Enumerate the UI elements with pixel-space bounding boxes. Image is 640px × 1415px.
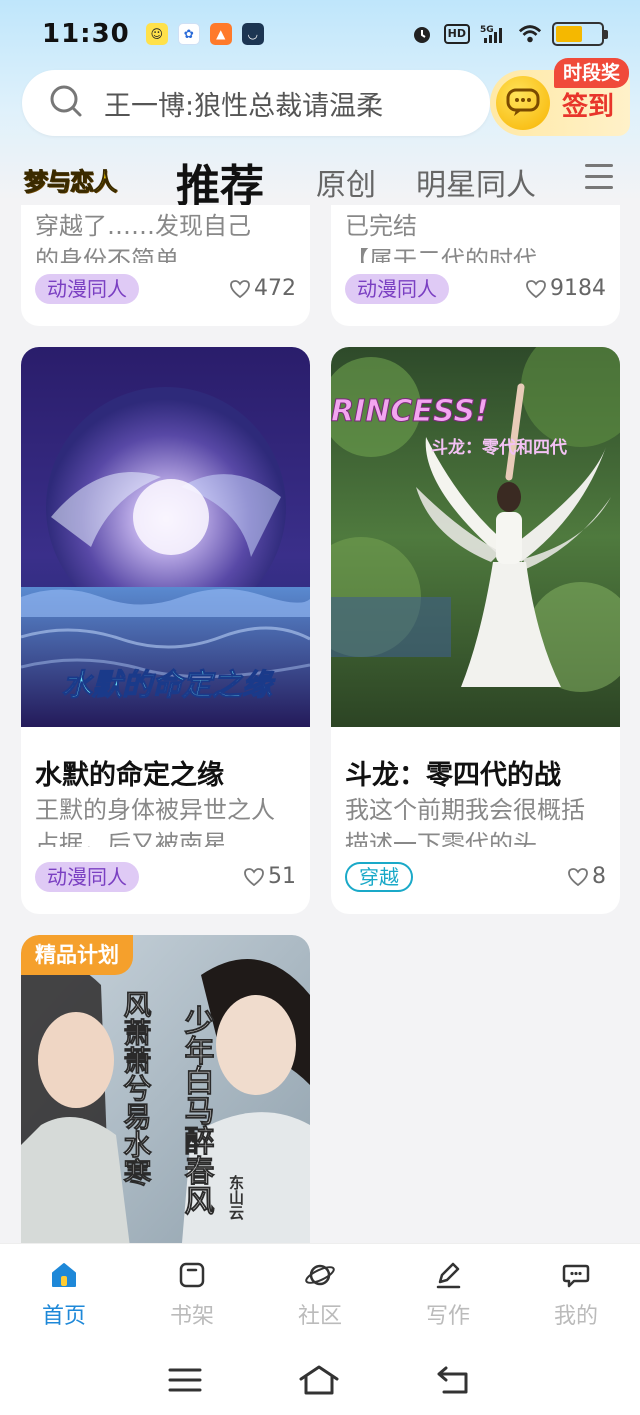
menu-icon[interactable]: [168, 1366, 202, 1394]
heart-icon: [244, 867, 264, 886]
book-title: 水默的命定之缘: [35, 760, 224, 791]
book-cover-image: 水默的命定之缘: [21, 347, 310, 727]
planet-icon: [305, 1264, 335, 1286]
nav-label: 社区: [297, 1304, 342, 1329]
card-description: 穿越了……发现自己: [35, 212, 251, 240]
book-cover-image: 少年白马醉春风 风萧萧兮易水寒 东山云: [21, 935, 310, 1255]
book-card[interactable]: 穿越了……发现自己 的身份不简单…… 动漫同人 472: [21, 205, 310, 326]
signal-5g-icon: 5G: [480, 22, 508, 46]
bookshelf-icon: [179, 1262, 205, 1288]
likes-count: 8: [568, 864, 606, 889]
hd-icon: HD: [443, 24, 470, 44]
heart-icon: [568, 867, 588, 886]
battery-icon: [552, 22, 608, 46]
tab-dream-lover[interactable]: 梦与恋人: [24, 162, 118, 197]
search-icon: [48, 83, 84, 123]
genre-tag: 动漫同人: [35, 274, 139, 304]
battery-level: [556, 26, 583, 42]
nav-label: 写作: [425, 1304, 470, 1329]
cover-title-text: 水默的命定之缘: [62, 668, 276, 703]
card-description-line2: 描述一下零代的头…: [345, 830, 561, 847]
search-placeholder: 王一博:狼性总裁请温柔: [104, 90, 384, 122]
nav-label: 书架: [169, 1304, 214, 1329]
message-app-icon: ☺: [145, 23, 168, 45]
pen-icon: [436, 1262, 461, 1289]
likes-count: 9184: [526, 276, 606, 301]
card-description: 已完结: [345, 212, 417, 240]
likes-count: 472: [230, 276, 296, 301]
tab-celebrity-fanfic[interactable]: 明星同人: [416, 160, 536, 204]
cover-text-line2: 风萧萧兮易水寒: [120, 990, 153, 1187]
likes-value: 8: [592, 864, 606, 889]
genre-tag: 动漫同人: [35, 862, 139, 892]
card-description-line2: 【属于二代的时代…: [345, 246, 561, 263]
chat-profile-icon: [562, 1264, 590, 1288]
heart-icon: [526, 279, 546, 298]
nav-label: 首页: [41, 1304, 86, 1329]
heart-icon: [230, 279, 250, 298]
tab-menu-icon[interactable]: [585, 164, 613, 190]
mail-app-icon: ◡: [241, 23, 264, 45]
checkin-reward-badge: 时段奖: [554, 58, 630, 88]
book-card[interactable]: RINCESS! 斗龙：零代和四代 斗龙：零四代的战 我这个前期我会很概括 描述…: [331, 347, 620, 914]
search-bar[interactable]: 王一博:狼性总裁请温柔: [22, 70, 490, 136]
back-icon[interactable]: [436, 1365, 472, 1395]
likes-count: 51: [244, 864, 296, 889]
home-icon: [52, 1263, 76, 1287]
nav-label: 我的: [553, 1304, 598, 1329]
status-bar: 11:30 ☺ ✿ ▲ ◡ HD 5G: [0, 0, 640, 68]
cover-text-author: 东山云: [227, 1174, 245, 1221]
genre-tag: 穿越: [345, 862, 413, 892]
home-button-icon[interactable]: [298, 1364, 340, 1396]
cover-subtitle-text: 斗龙：零代和四代: [431, 437, 567, 458]
cover-text-princess: RINCESS!: [331, 394, 489, 429]
notification-icons: ☺ ✿ ▲ ◡: [145, 23, 264, 45]
checkin-label: 签到: [562, 92, 615, 122]
nav-mine[interactable]: 我的: [512, 1244, 640, 1345]
svg-text:5G: 5G: [480, 25, 494, 35]
book-card[interactable]: 水默的命定之缘 水默的命定之缘 王默的身体被异世之人 占据，后又被南星… 动漫同…: [21, 347, 310, 914]
book-card[interactable]: 少年白马醉春风 风萧萧兮易水寒 东山云 精品计划: [21, 935, 310, 1255]
book-title: 斗龙：零四代的战: [345, 760, 561, 791]
likes-value: 51: [268, 864, 296, 889]
card-description: 我这个前期我会很概括: [345, 796, 585, 824]
baidu-paw-icon: ✿: [177, 23, 200, 45]
premium-plan-badge: 精品计划: [21, 935, 133, 975]
wifi-icon: [518, 22, 542, 46]
status-right: HD 5G: [410, 22, 608, 46]
book-cover-image: RINCESS! 斗龙：零代和四代: [331, 347, 620, 727]
nav-write[interactable]: 写作: [384, 1244, 512, 1345]
chat-bubble-icon: [496, 76, 550, 130]
store-app-icon: ▲: [209, 23, 232, 45]
genre-tag: 动漫同人: [345, 274, 449, 304]
system-navigation-bar: [0, 1345, 640, 1415]
category-tabs: 梦与恋人 推荐 原创 明星同人: [0, 150, 640, 212]
tab-original[interactable]: 原创: [316, 160, 376, 204]
card-description-line2: 的身份不简单……: [35, 246, 227, 263]
status-time: 11:30: [42, 19, 130, 49]
card-description: 王默的身体被异世之人: [35, 796, 275, 824]
alarm-icon: [410, 22, 434, 46]
likes-value: 472: [254, 276, 296, 301]
nav-home[interactable]: 首页: [0, 1244, 128, 1345]
nav-bookshelf[interactable]: 书架: [128, 1244, 256, 1345]
card-description-line2: 占据，后又被南星…: [35, 830, 251, 847]
cover-text-line1: 少年白马醉春风: [179, 1005, 215, 1216]
likes-value: 9184: [550, 276, 606, 301]
bottom-navigation: 首页 书架 社区 写作 我的: [0, 1243, 640, 1345]
book-card[interactable]: 已完结 【属于二代的时代… 动漫同人 9184: [331, 205, 620, 326]
nav-community[interactable]: 社区: [256, 1244, 384, 1345]
